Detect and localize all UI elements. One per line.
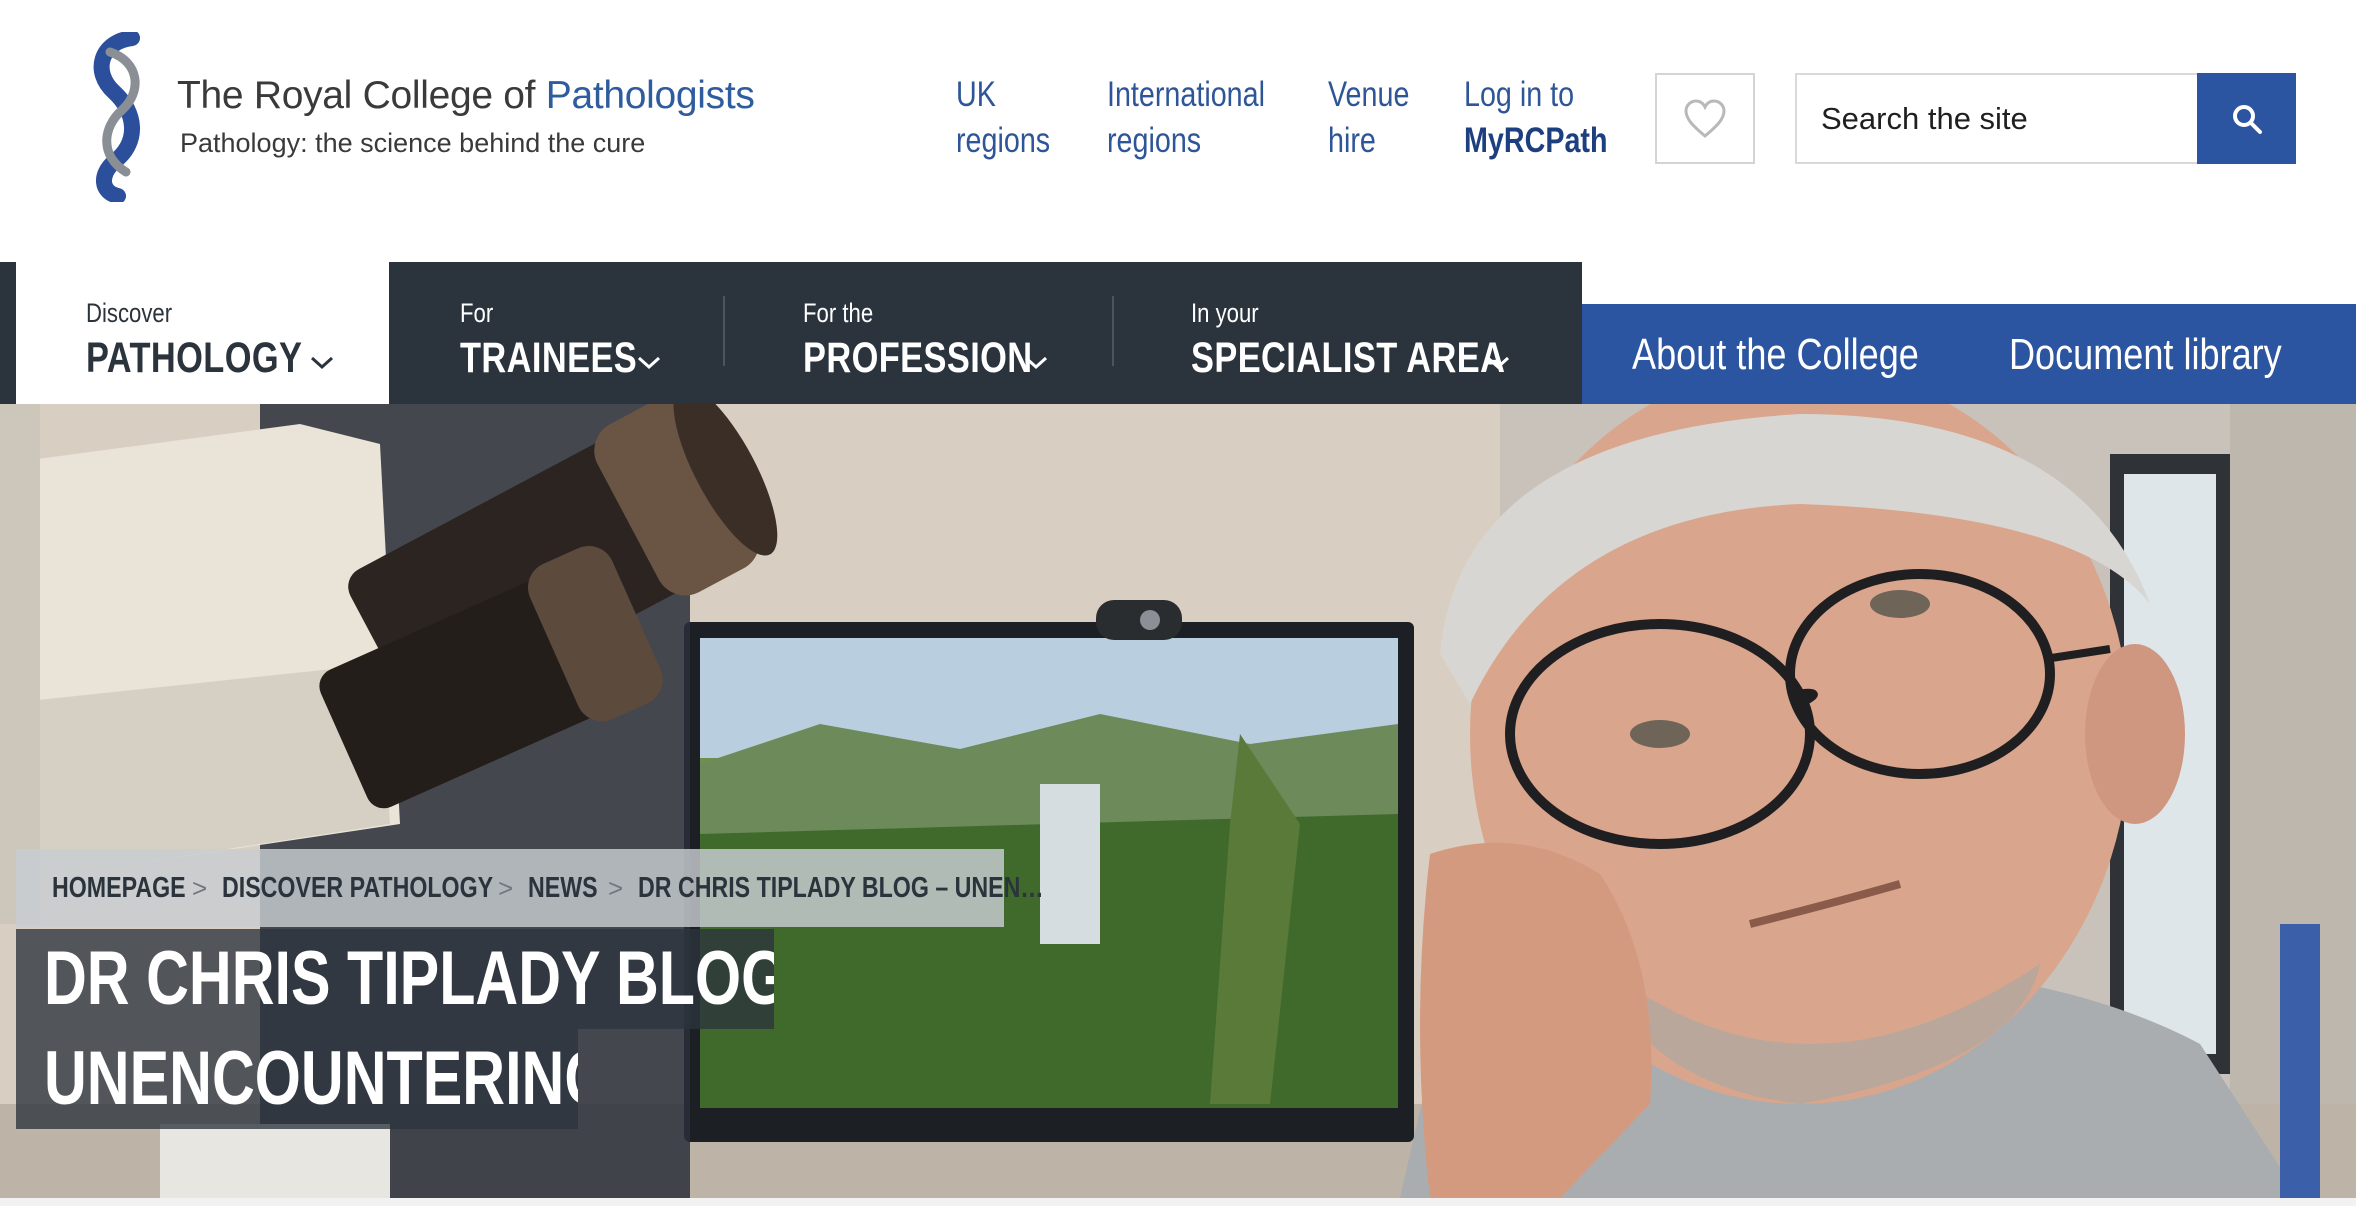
venue-hire-line-1: Venue xyxy=(1328,75,1410,114)
breadcrumb-item-discover-pathology[interactable]: DISCOVER PATHOLOGY xyxy=(222,872,493,905)
nav-specialist-area[interactable]: In your SPECIALIST AREA xyxy=(1112,262,1582,404)
uk-regions-line-1: UK xyxy=(956,75,996,114)
international-regions-link[interactable]: International regions xyxy=(1107,72,1300,164)
favourites-button[interactable] xyxy=(1655,73,1755,164)
heart-icon xyxy=(1684,98,1726,138)
breadcrumb-separator: > xyxy=(192,872,208,903)
uk-regions-link[interactable]: UK regions xyxy=(956,72,1071,164)
international-regions-line-1: International xyxy=(1107,75,1265,114)
breadcrumb-item-wrap: HOMEPAGE xyxy=(52,872,192,905)
nav-for-trainees[interactable]: For TRAINEES xyxy=(390,262,724,404)
breadcrumb-item-news[interactable]: NEWS xyxy=(528,872,598,905)
search-button[interactable] xyxy=(2197,73,2296,164)
international-regions-line-2: regions xyxy=(1107,121,1202,160)
logo-title-accent: Pathologists xyxy=(545,74,755,117)
login-line-1: Log in to xyxy=(1464,75,1575,114)
chevron-down-icon xyxy=(1024,356,1048,370)
search-input[interactable] xyxy=(1795,73,2199,164)
venue-hire-link[interactable]: Venue hire xyxy=(1328,72,1427,164)
chevron-down-icon xyxy=(1486,356,1510,370)
page-title-line-2: UNENCOUNTERING xyxy=(16,1029,578,1129)
nav-item-big-label: PROFESSION xyxy=(803,334,1033,382)
breadcrumb-item-wrap: NEWS xyxy=(528,872,608,905)
nav-for-the-profession[interactable]: For the PROFESSION xyxy=(724,262,1112,404)
breadcrumb-item-wrap: DISCOVER PATHOLOGY xyxy=(222,872,498,905)
logo-title: The Royal College of Pathologists xyxy=(177,74,755,118)
venue-hire-line-2: hire xyxy=(1328,121,1376,160)
nav-item-small-label: In your xyxy=(1191,298,1259,328)
nav-item-small-label: Discover xyxy=(86,298,173,328)
breadcrumb-separator: > xyxy=(608,872,624,903)
breadcrumb-item-current: DR CHRIS TIPLADY BLOG – UNEN… xyxy=(638,871,1044,904)
nav-item-small-label: For the xyxy=(803,298,874,328)
document-library-link[interactable]: Document library xyxy=(2009,330,2282,380)
site-logo[interactable]: The Royal College of Pathologists Pathol… xyxy=(70,32,755,202)
login-myrcpath-link[interactable]: Log in to MyRCPath xyxy=(1464,72,1639,164)
about-the-college-link[interactable]: About the College xyxy=(1632,330,1919,380)
breadcrumb: HOMEPAGE > DISCOVER PATHOLOGY > NEWS > D… xyxy=(16,849,1044,927)
page-title-line-1: DR CHRIS TIPLADY BLOG – xyxy=(16,929,774,1029)
nav-discover-pathology[interactable]: Discover PATHOLOGY xyxy=(16,262,389,404)
page-bottom-strip xyxy=(0,1198,2356,1206)
breadcrumb-item-wrap: DR CHRIS TIPLADY BLOG – UNEN… xyxy=(638,872,1044,905)
nav-item-big-label: PATHOLOGY xyxy=(86,334,303,382)
uk-regions-line-2: regions xyxy=(956,121,1051,160)
logo-tagline: Pathology: the science behind the cure xyxy=(180,128,646,158)
logo-emblem-icon xyxy=(93,32,140,202)
search-icon xyxy=(2232,104,2262,134)
login-line-2: MyRCPath xyxy=(1464,121,1608,160)
chevron-down-icon xyxy=(637,356,661,370)
breadcrumb-item-homepage[interactable]: HOMEPAGE xyxy=(52,872,186,905)
page-title-text-1: DR CHRIS TIPLADY BLOG – xyxy=(44,936,774,1021)
nav-item-big-label: TRAINEES xyxy=(460,334,638,382)
page-title-text-2: UNENCOUNTERING xyxy=(44,1036,578,1121)
nav-item-big-label: SPECIALIST AREA xyxy=(1191,334,1506,382)
site-header: The Royal College of Pathologists Pathol… xyxy=(0,0,2356,262)
chevron-down-icon xyxy=(310,356,334,370)
logo-title-main: The Royal College of xyxy=(177,74,546,117)
breadcrumb-separator: > xyxy=(498,872,514,903)
nav-item-small-label: For xyxy=(460,298,494,328)
